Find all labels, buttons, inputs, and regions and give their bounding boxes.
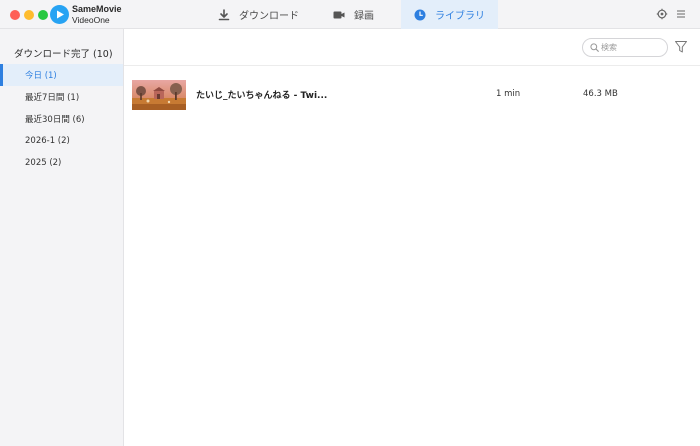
app-name: SameMovie [72,4,122,14]
menu-icon[interactable] [675,8,687,20]
sidebar-header: ダウンロード完了 (10) [14,49,113,60]
sidebar: ダウンロード完了 (10) 今日 (1) 最近7日間 (1) 最近30日間 (6… [0,29,124,446]
search-input[interactable] [601,41,663,54]
filter-icon[interactable] [674,40,688,54]
sidebar-item-label: 今日 (1) [25,71,57,81]
sidebar-item-last-30-days[interactable]: 最近30日間 (6) [0,108,123,130]
sidebar-item-label: 最近7日間 (1) [25,93,80,103]
video-duration: 1 min [496,89,521,99]
sidebar-item-last-7-days[interactable]: 最近7日間 (1) [0,86,123,108]
sidebar-item-label: 2025 (2) [25,158,62,168]
app-brand: SameMovie VideoOne [72,4,122,25]
video-thumbnail[interactable] [132,80,186,110]
app-window: SameMovie VideoOne ダウンロード 録画 ライブラリ ダウンロー… [0,0,700,446]
tab-library-label: ライブラリ [435,11,485,22]
table-row[interactable]: たいじ_たいちゃんねる - Twi... 1 min 46.3 MB [124,77,700,113]
app-logo-icon [50,5,69,24]
titlebar: SameMovie VideoOne ダウンロード 録画 ライブラリ [0,0,700,29]
download-icon [218,8,230,20]
zoom-window-button[interactable] [38,10,48,20]
tab-library[interactable]: ライブラリ [401,0,498,29]
video-camera-icon [333,11,345,18]
tab-record[interactable]: 録画 [333,0,374,29]
search-icon [590,43,599,52]
search-box[interactable] [582,38,668,57]
tab-download-label: ダウンロード [239,11,299,22]
minimize-window-button[interactable] [24,10,34,20]
video-file-size: 46.3 MB [583,89,618,99]
sidebar-item-label: 最近30日間 (6) [25,115,85,125]
app-subname: VideoOne [72,15,110,25]
sidebar-item-2025[interactable]: 2025 (2) [0,152,123,174]
video-title: たいじ_たいちゃんねる - Twi... [196,91,328,101]
clock-icon [414,9,426,20]
tab-download[interactable]: ダウンロード [218,0,299,29]
gear-icon[interactable] [656,8,668,20]
sidebar-item-label: 2026-1 (2) [25,136,70,146]
main-toolbar [124,29,700,66]
sidebar-item-today[interactable]: 今日 (1) [0,64,123,86]
tab-record-label: 録画 [354,11,374,22]
library-main: たいじ_たいちゃんねる - Twi... 1 min 46.3 MB [124,29,700,446]
sidebar-item-2026-1[interactable]: 2026-1 (2) [0,130,123,152]
active-indicator [0,64,3,86]
close-window-button[interactable] [10,10,20,20]
